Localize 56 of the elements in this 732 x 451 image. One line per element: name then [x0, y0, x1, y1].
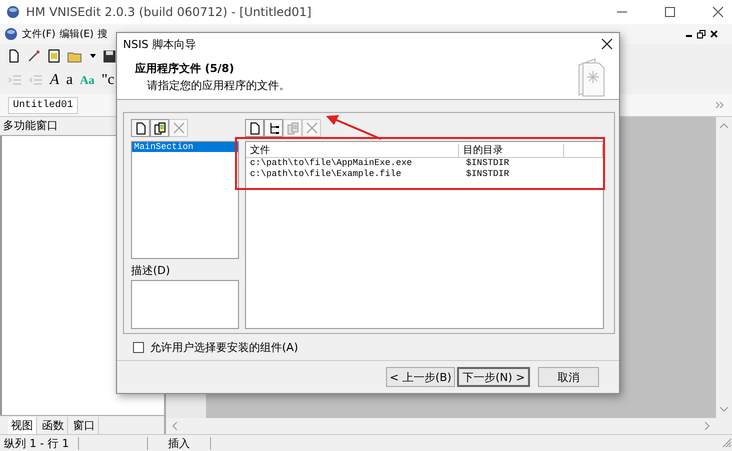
window-title: HM VNISEdit 2.0.3 (build 060712) - [Untitled01]	[26, 5, 312, 19]
document-tab[interactable]: Untitled01	[8, 96, 78, 114]
documents-icon	[286, 122, 298, 134]
checkbox-label: 允许用户选择要安装的组件(A)	[150, 340, 298, 355]
menu-item[interactable]: 编辑(E)	[60, 27, 94, 41]
panel-tab[interactable]: 函数	[39, 416, 68, 434]
new-button[interactable]	[245, 119, 264, 137]
tree-icon	[268, 122, 280, 134]
chevrons-icon[interactable]	[716, 102, 724, 108]
format-button[interactable]: "c	[102, 72, 114, 88]
close-icon	[172, 122, 184, 134]
tree-button[interactable]	[264, 119, 283, 137]
dialog-title: NSIS 脚本向导	[123, 36, 196, 52]
insert-mode: 插入	[148, 436, 211, 450]
close-icon[interactable]	[601, 38, 613, 50]
description-field[interactable]	[131, 280, 239, 329]
table-cell-text: c:\path\to\file\AppMainExe.exe	[249, 158, 414, 169]
table-cell-text: c:\path\to\file\Example.file	[249, 169, 402, 180]
panel-tab[interactable]: 视图	[8, 416, 37, 434]
maximize-icon[interactable]	[664, 6, 676, 18]
notepad-icon[interactable]	[48, 49, 60, 63]
menu-item[interactable]: 搜	[98, 27, 108, 41]
resize-grip-icon[interactable]	[722, 438, 732, 448]
new-button[interactable]	[131, 119, 150, 137]
column-header[interactable]: 目的目录	[459, 144, 564, 157]
document-icon	[4, 27, 18, 41]
close-icon	[306, 122, 318, 134]
app-icon	[6, 5, 20, 19]
step-heading: 应用程序文件 (5/8)	[135, 61, 236, 76]
dialog-button[interactable]: 下一步(N) >	[457, 367, 530, 387]
restore-icon[interactable]	[697, 30, 706, 38]
documents-icon	[154, 122, 166, 134]
cursor-position: 纵列 1 - 行 1	[0, 436, 79, 450]
close-icon[interactable]	[710, 30, 718, 38]
wand-icon[interactable]	[27, 49, 41, 63]
format-button[interactable]: a	[66, 72, 73, 88]
description-label: 描述(D)	[131, 263, 172, 278]
pointer-arrow	[324, 113, 384, 143]
close-icon[interactable]	[712, 6, 724, 18]
page-icon	[134, 122, 146, 134]
save-icon[interactable]	[103, 50, 116, 62]
table-cell-text: $INSTDIR	[465, 169, 510, 180]
format-button[interactable]: A	[50, 72, 60, 88]
step-description: 请指定您的应用程序的文件。	[146, 78, 291, 93]
dialog-button[interactable]: 取消	[538, 367, 599, 387]
page-icon	[248, 122, 260, 134]
section-item[interactable]: MainSection	[132, 142, 238, 152]
caret-icon[interactable]	[90, 54, 96, 58]
new-file-icon[interactable]	[8, 49, 20, 63]
edit-button[interactable]	[150, 119, 169, 137]
menu-item[interactable]: 文件(F)	[22, 27, 56, 41]
checkbox[interactable]	[133, 342, 144, 353]
table-cell-text: $INSTDIR	[465, 158, 510, 169]
column-header[interactable]: 文件	[246, 144, 459, 157]
panel-tab[interactable]: 窗口	[70, 416, 99, 434]
dialog-button[interactable]: < 上一步(B)	[386, 367, 456, 387]
